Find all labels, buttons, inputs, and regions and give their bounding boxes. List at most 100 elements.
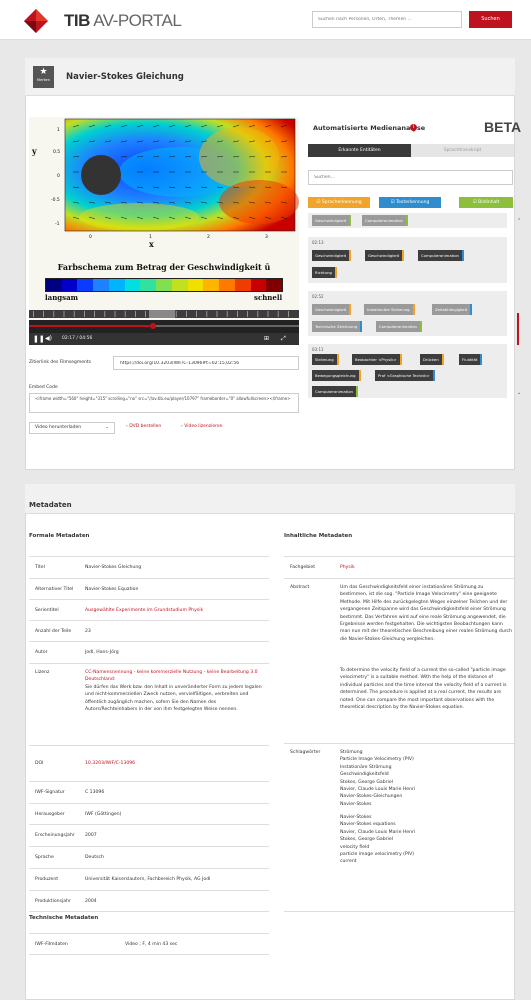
timeline-tick [33,311,34,317]
search-input[interactable] [312,11,462,28]
fullscreen-icon[interactable]: ⤢ [281,335,286,343]
tab-entities[interactable]: Erkannte Entitäten [308,144,411,157]
doi-link[interactable]: 10.3203/IWF/C-13096 [85,760,135,767]
entity-tag[interactable]: Fluidität [459,354,483,365]
scroll-up-icon[interactable]: ⌃ [517,218,521,224]
brand-name[interactable]: TIB AV-PORTAL [64,11,182,31]
entity-tag[interactable]: Drücken [420,354,444,365]
entity-scrollbar[interactable] [517,313,519,345]
timeline-tick [94,311,95,317]
page-title: Navier-Stokes Gleichung [66,72,184,82]
colorbar-low-label: langsam [45,293,79,302]
seek-bar[interactable] [29,320,299,333]
entity-tag[interactable]: Computeranimation [362,215,408,226]
entity-tag[interactable]: Richtung [312,267,337,278]
keyword-item: current [340,859,357,865]
segment-timeline[interactable] [29,310,299,318]
scroll-down-icon[interactable]: ⌄ [517,390,521,396]
colorbar-swatch [266,279,283,291]
colorbar-swatch [61,279,78,291]
timeline-tick [145,311,146,317]
entity-list: Geschwindigkeit Computeranimation 02:13 … [308,213,507,398]
download-select[interactable]: Video herunterladen ⌄ [29,422,115,434]
entity-tag[interactable]: Instationäre Strömung [364,304,415,315]
seek-handle[interactable] [150,323,157,329]
embed-code-field[interactable]: <iframe width="560" height="315" scrolli… [29,393,299,413]
license-label: Video lizenzieren [184,424,223,429]
entity-tag[interactable]: Geschwindigkeit [312,304,352,315]
entity-tag[interactable]: Zeitabhängigkeit [432,304,473,315]
colorbar-swatch [108,279,125,291]
meta-row-abstract: Abstract Um das Geschwindigkeitsfeld ein… [284,578,514,743]
segment-time: 02:52 [312,294,324,299]
volume-icon[interactable]: ◀) [45,335,52,342]
meta-row-series: Serientitel Ausgewählte Experimente im G… [29,599,269,620]
flow-field-plot: 1 0.5 0 -0.5 -1 0 1 2 3 [51,118,299,240]
license-link[interactable]: CC-Namensnennung - keine kommerzielle Nu… [85,669,263,684]
keywords-en: Navier-Stokes Navier-Stokes equations Navi… [340,814,415,866]
meta-row-author: Autor Jodl, Hans-Jörg [29,641,269,663]
meta-row-keywords: Schlagwörter Strömung Particle Image Velo… [284,743,514,912]
license-link[interactable]: › Video lizenzieren [181,424,223,429]
abstract-en: To determine the velocity field of a cur… [340,668,507,711]
y-tick: 0 [57,173,60,179]
abstract-de: Um das Geschwindigkeitsfeld einer instat… [340,585,512,642]
series-link[interactable]: Ausgewählte Experimente im Grundstudium … [85,607,203,614]
timeline-current-segment[interactable] [149,310,175,318]
meta-value: Navier-Stokes Gleichung [85,565,142,570]
entity-tag[interactable]: Computeranimation [376,321,422,332]
timeline-tick [237,311,238,317]
meta-key: Abstract [290,585,310,590]
entity-segment: Geschwindigkeit Computeranimation [308,213,507,228]
colorbar-high-label: schnell [254,293,283,302]
info-icon[interactable]: i [410,124,417,131]
filter-image-toggle[interactable]: ☑ Bildinhalt [459,197,513,208]
timeline-tick [216,311,218,317]
colorbar-swatch [140,279,157,291]
video-player[interactable]: 1 0.5 0 -0.5 -1 0 1 2 3 y x Farbschema z… [29,117,299,339]
analysis-search-input[interactable] [308,170,513,185]
y-tick: -0.5 [51,197,60,203]
keyword-item: Strömung [340,750,363,755]
entity-tag[interactable]: Strömung [312,354,339,365]
meta-key: Schlagwörter [290,750,321,755]
brand-bold: TIB [64,11,90,30]
entity-tag[interactable]: Computeranimation [418,250,464,261]
meta-value: 2004 [85,899,97,904]
entity-tag[interactable]: Bewegungsgleichung [312,370,361,381]
entity-tag[interactable]: Prof <Graphische Technik> [375,370,435,381]
entity-tag[interactable]: Computeranimation [312,386,358,397]
entity-tag[interactable]: Geschwindigkeit [365,250,405,261]
meta-value: Jodl, Hans-Jörg [85,650,119,655]
colorbar-swatch [46,279,62,291]
colorbar-swatch [124,279,141,291]
meta-key: Fachgebiet [290,565,316,570]
filter-text-toggle[interactable]: ☑ Texterkennung [379,197,441,208]
tab-transcript[interactable]: Sprachtranskript [411,144,514,157]
filter-speech-toggle[interactable]: ☑ Spracherkennung [308,197,370,208]
tib-logo-icon[interactable] [22,7,50,35]
chevron-down-icon: ⌄ [105,425,109,430]
meta-row-titel: Titel Navier-Stokes Gleichung [29,556,269,578]
timeline-tick [135,311,136,317]
merken-button[interactable]: ★ Merken [33,66,54,88]
timeline-tick [247,311,248,317]
entity-tag[interactable]: Geschwindigkeit [312,215,352,226]
keyword-item: Navier-Stokes equations [340,822,396,828]
entity-tag[interactable]: Beobachter <Physik> [352,354,402,365]
search-button[interactable]: Suchen [469,11,512,28]
zitier-link-field[interactable] [113,356,299,370]
pause-icon[interactable]: ❚❚ [33,335,45,343]
meta-row-alt-title: Alternativer Titel Navier-Stokes Equatio… [29,578,269,599]
meta-key: Produktionsjahr [35,899,71,904]
fachgebiet-link[interactable]: Physik [340,564,355,571]
timeline-tick [84,311,85,317]
entity-tag[interactable]: Geschwindigkeit [312,250,352,261]
dvd-link[interactable]: › DVD bestellen [126,424,161,429]
entity-tag[interactable]: Technische Zeichnung [312,321,363,332]
segment-icon[interactable]: ⊞ [264,335,269,342]
meta-value: Universität Kaiserslautern, Fachbereich … [85,877,211,882]
meta-key: Lizenz [35,670,50,675]
meta-row-producer: Produzent Universität Kaiserslautern, Fa… [29,868,269,890]
meta-value: Video ; F, 4 min 43 sec [125,942,178,947]
